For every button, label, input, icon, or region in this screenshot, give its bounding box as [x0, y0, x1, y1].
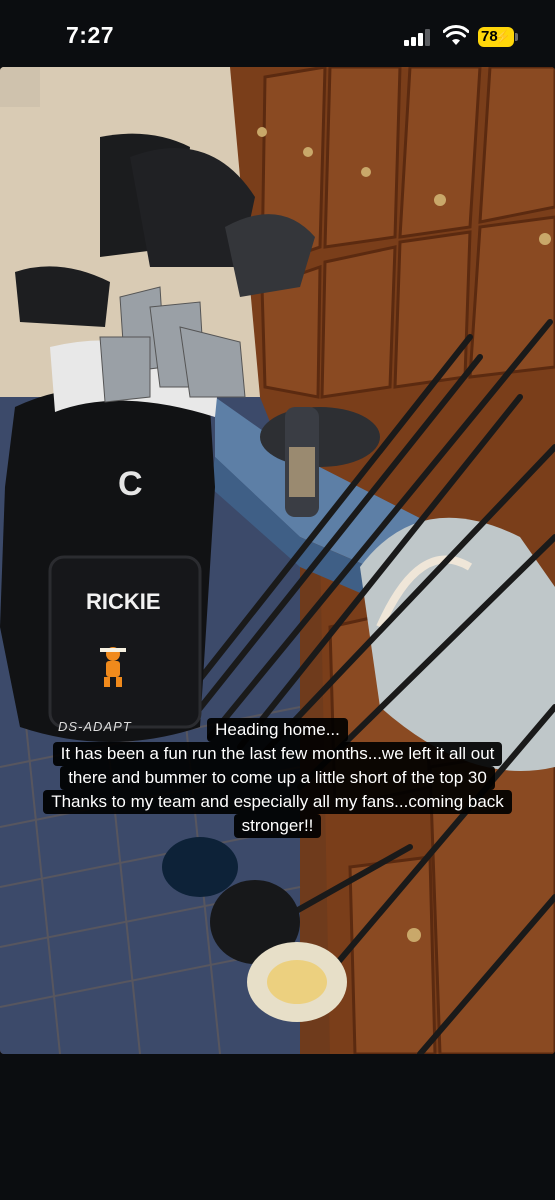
bag-brand-logo: C	[118, 465, 143, 503]
bag-mascot-icon	[96, 645, 130, 689]
status-bar: 7:27 78 ⚡	[0, 0, 555, 70]
status-time: 7:27	[66, 22, 115, 48]
battery-cap	[515, 33, 518, 41]
story-photo[interactable]: C RICKIE DS-ADAPT	[0, 67, 555, 1054]
caption-line-1: Heading home...	[207, 718, 348, 742]
battery-charging-icon: 78 ⚡	[478, 27, 514, 47]
story-caption: Heading home... It has been a fun run th…	[0, 718, 555, 838]
caption-line-4: Thanks to my team and especially all my …	[43, 790, 512, 814]
caption-line-3: there and bummer to come up a little sho…	[60, 766, 495, 790]
bottom-blank-area	[0, 1054, 555, 1200]
caption-line-5: stronger!!	[233, 814, 322, 838]
signal-icon	[404, 29, 434, 46]
photo-illustration	[0, 67, 555, 1054]
caption-line-2: It has been a fun run the last few month…	[52, 742, 503, 766]
wifi-icon	[443, 25, 469, 45]
bag-name-label: RICKIE	[86, 589, 161, 614]
